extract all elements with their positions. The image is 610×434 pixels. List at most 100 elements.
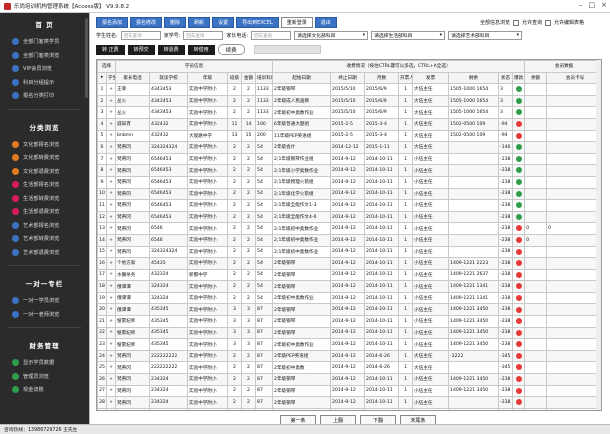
column-header[interactable]: 开票人: [398, 71, 414, 85]
column-header[interactable]: ▸: [97, 71, 107, 85]
status-warn-icon: [515, 352, 522, 359]
toolbar-button[interactable]: 删除: [164, 17, 187, 28]
column-header[interactable]: 会员卡号: [546, 71, 601, 85]
table-row[interactable]: 21 + 璧累妃师 435345 实验中学附小 3 3 87 2年级钢琴 2014-9-12 201…: [97, 315, 601, 328]
column-header[interactable]: 剩余: [448, 71, 500, 85]
table-row[interactable]: 28 + 梵蒂冈 234324 实验中学附小 2 2 87 2年级钢琴 2014-9-12 2014…: [97, 396, 601, 409]
sidebar-item[interactable]: 全部门客类浏览: [0, 49, 89, 63]
table-row[interactable]: 6 + 梵蒂冈 324324324 实验中学附小 2 2 54 2年级会计 2014-12-12 2…: [97, 141, 601, 154]
toolbar-button[interactable]: 刷新: [188, 17, 211, 28]
renew-button[interactable]: 续费: [217, 44, 245, 55]
sidebar-item[interactable]: 生活部报名浏览: [0, 178, 89, 192]
table-row[interactable]: 13 + 梵蒂冈 6546 实验中学附小 2 2 54 2;1年级初中奥数作业 2014-9-12…: [97, 222, 601, 235]
column-header[interactable]: 家长电话: [115, 71, 151, 85]
table-row[interactable]: 16 + 个他方索 45435 实验中学附小 2 2 54 2年级钢琴 2014-9-12 2014…: [97, 257, 601, 270]
column-header[interactable]: 月数: [364, 71, 400, 85]
column-header[interactable]: 余额: [524, 71, 548, 85]
table-row[interactable]: 2 + 丛火 4343453 实验中学附小 2 2 1133 2年级成人民画教 2015/5/10…: [97, 94, 601, 108]
sidebar-item[interactable]: 科目分组提示: [0, 76, 89, 90]
student-name-input[interactable]: 回车查询: [120, 31, 161, 40]
column-header[interactable]: 爆款: [512, 71, 526, 85]
close-icon[interactable]: ×: [601, 1, 607, 9]
sidebar-item[interactable]: 一对一老师浏览: [0, 308, 89, 322]
table-row[interactable]: 3 + 丛火 4343453 实验中学附小 2 2 1133 2年级初中奥数作业 2015/5/1…: [97, 106, 601, 119]
table-row[interactable]: 10 + 梵蒂冈 6546453 实验中学附小 2 2 54 2;1年级化学火箭组 2014-9-…: [97, 187, 601, 201]
toolbar-button[interactable]: 报名修改: [130, 17, 163, 28]
toolbar-button[interactable]: 报名添加: [96, 17, 129, 28]
table-row[interactable]: 23 + 璧累妃师 435345 实验中学附小 3 3 87 2年级初中奥数作业 2014-9-1…: [97, 338, 601, 351]
table-row[interactable]: 8 + 梵蒂冈 6546453 实验中学附小 2 2 54 2;1年级小学奥数作业 2014-9-…: [97, 164, 601, 177]
sidebar-item[interactable]: 生活部转费浏览: [0, 192, 89, 206]
table-row[interactable]: 1 + 王菲 4343453 实验中学附小 2 2 1133 2年级钢琴 2015/5/10 201…: [97, 83, 601, 96]
maximize-icon[interactable]: □: [589, 1, 596, 9]
table-row[interactable]: 14 + 梵蒂冈 6546 实验中学附小 2 2 54 2;1年级初中奥数作业 2014-9-12…: [97, 233, 601, 247]
sidebar-item[interactable]: 报名分类打印: [0, 89, 89, 103]
table-row[interactable]: 12 + 梵蒂冈 6546453 实验中学附小 2 2 54 2;1年级全能作文4-6 2014-…: [97, 210, 601, 224]
table-row[interactable]: 26 + 梵蒂冈 234324 实验中学附小 2 2 87 2年级钢琴 2014-9-12 2014…: [97, 373, 601, 386]
sidebar-section-title[interactable]: 一对一专栏: [0, 272, 89, 294]
toolbar-button[interactable]: 重新登录: [280, 17, 313, 28]
tab-button[interactable]: 转预交: [127, 44, 155, 55]
tab-button[interactable]: 转借用: [187, 44, 215, 55]
table-row[interactable]: 24 + 梵蒂冈 222222222 实验中学附小 2 2 87 2年级PEP英语组 2014-9…: [97, 349, 601, 363]
column-header[interactable]: 终止日期: [330, 71, 366, 85]
sidebar-item[interactable]: 文化部退费浏览: [0, 165, 89, 179]
sidebar-section-title[interactable]: 分类浏览: [0, 116, 89, 138]
sidebar-item[interactable]: 艺术部转费浏览: [0, 232, 89, 246]
culture-subject-select[interactable]: 请选择文化部科目 ▾: [294, 31, 369, 40]
toolbar-button[interactable]: 退出: [314, 17, 337, 28]
column-header[interactable]: 发票: [412, 71, 450, 85]
table-cell: bnbmn: [115, 129, 151, 143]
table-row[interactable]: 29+梵蒂冈234324实验中学附小22872年级钢琴2014-9-122014…: [97, 407, 601, 410]
table-row[interactable]: 4 + 戚知宵 432432 实验中学附小 11 14 100 6年级普通大题组 2015-2-5…: [97, 117, 601, 131]
toolbar-button[interactable]: 设置: [212, 17, 235, 28]
life-subject-select[interactable]: 请选择生活部科目 ▾: [371, 31, 446, 40]
sidebar-item[interactable]: 文化部报名浏览: [0, 138, 89, 152]
table-row[interactable]: 25 + 梵蒂冈 222222222 实验中学附小 2 2 87 2年级初中奥数 2014-9-1…: [97, 361, 601, 375]
sidebar-item[interactable]: 现金流账: [0, 383, 89, 397]
table-row[interactable]: 22 + 璧累妃师 435345 实验中学附小 3 3 87 2年级钢琴 2014-9-12 201…: [97, 326, 601, 340]
toolbar-button[interactable]: 导出到EXCEL: [236, 17, 279, 28]
sidebar-item[interactable]: 一对一学员浏览: [0, 294, 89, 308]
sidebar-item[interactable]: 文化部转费浏览: [0, 151, 89, 165]
column-header[interactable]: 状态: [498, 71, 514, 85]
sidebar-item[interactable]: 艺术部报名浏览: [0, 219, 89, 233]
table-cell: 6546453: [149, 210, 189, 224]
parent-phone-input[interactable]: 回车查询: [251, 31, 292, 40]
table-row[interactable]: 27 + 梵蒂冈 234324 实验中学附小 2 2 87 2年级钢琴 2014-9-12 2014…: [97, 384, 601, 398]
column-header[interactable]: 金额: [241, 71, 257, 85]
table-row[interactable]: 18 + 俄谭谭 324324 实验中学附小 2 2 54 2年级钢琴 2014-9-12 2014…: [97, 280, 601, 293]
tab-button[interactable]: 转退费: [157, 44, 185, 55]
sidebar-item[interactable]: 全部门客类学员: [0, 35, 89, 49]
allow-query-checkbox[interactable]: [513, 19, 520, 26]
column-header[interactable]: 班级: [227, 71, 243, 85]
grid-scrollbar[interactable]: [596, 60, 601, 410]
column-header[interactable]: 培训科目: [255, 71, 274, 85]
art-subject-select[interactable]: 请选择艺术部科目 ▾: [448, 31, 523, 40]
column-header[interactable]: 起始日期: [272, 71, 332, 85]
allow-edit-checkbox[interactable]: [545, 19, 552, 26]
table-row[interactable]: 9 + 梵蒂冈 6546453 实验中学附小 2 2 54 2;1年级物理火箭组 2014-9-1…: [97, 175, 601, 189]
table-row[interactable]: 7 + 梵蒂冈 6546453 实验中学附小 2 2 54 2;1年级钢琴作业组 2014-9-1…: [97, 152, 601, 166]
table-row[interactable]: 5 + bnbmn 432432 大观路中学 13 15 200 11年级PEP英语组 2015-…: [97, 129, 601, 143]
student-no-input[interactable]: 回车查询: [183, 31, 224, 40]
sidebar-section-title[interactable]: 首 页: [0, 13, 89, 35]
table-row[interactable]: 19 + 俄谭谭 324324 实验中学附小 2 2 54 2年级初中奥数作业 2014-9-12…: [97, 291, 601, 305]
sidebar-item[interactable]: VIP会员浏览: [0, 62, 89, 76]
sidebar-scrollbar[interactable]: [85, 18, 88, 98]
column-header[interactable]: 学生姓名: [105, 71, 117, 85]
sidebar-item[interactable]: 显示学员数据: [0, 356, 89, 370]
column-header[interactable]: 就读学校: [149, 71, 189, 85]
table-row[interactable]: 20 + 俄谭谭 435345 实验中学附小 3 3 87 2年级钢琴 2014-9-12 2014…: [97, 303, 601, 317]
sidebar-item[interactable]: 艺术部退费浏览: [0, 246, 89, 260]
column-header[interactable]: 年级: [187, 71, 229, 85]
minimize-icon[interactable]: –: [579, 1, 583, 9]
sidebar-section-title[interactable]: 财务管理: [0, 334, 89, 356]
sidebar-item[interactable]: 管理员浏览: [0, 370, 89, 384]
table-row[interactable]: 11 + 梵蒂冈 6546453 实验中学附小 2 2 54 2;1年级全能作文1-3 2014-…: [97, 199, 601, 212]
table-cell: [524, 129, 548, 143]
sidebar-item[interactable]: 生活部退费浏览: [0, 205, 89, 219]
tab-button[interactable]: 转 正费: [96, 44, 125, 55]
table-row[interactable]: 17 + 水獭杀务 432324 新都中学 2 2 54 2年级钢琴 2014-9-12 2014-…: [97, 268, 601, 282]
table-row[interactable]: 15 + 梵蒂冈 324324324 实验中学附小 2 2 54 2;1年级初中奥数作业 2014…: [97, 245, 601, 259]
